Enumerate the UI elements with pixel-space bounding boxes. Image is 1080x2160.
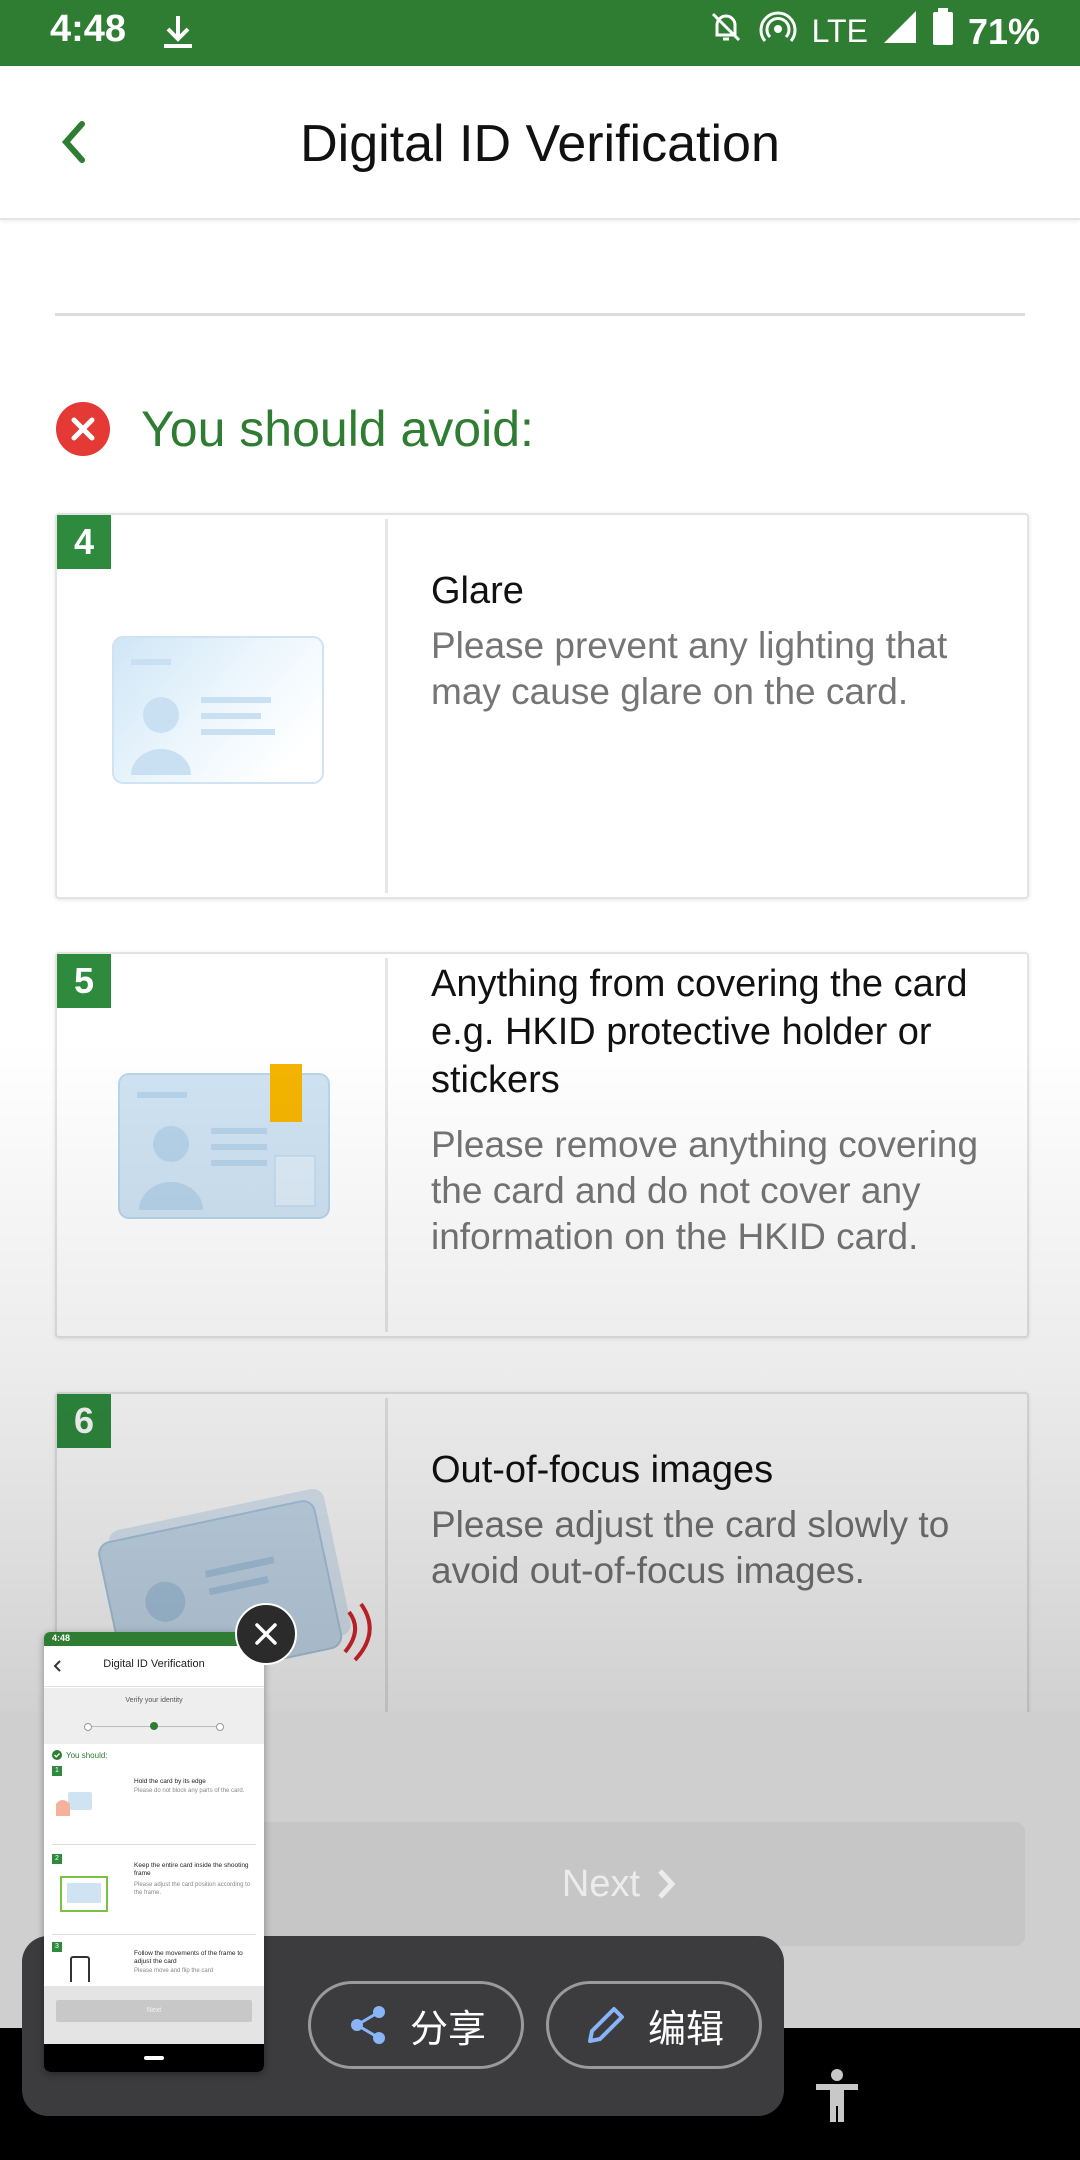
card-title: Glare xyxy=(431,570,524,612)
preview-item-title: Hold the card by its edge xyxy=(134,1778,206,1785)
card-description: Please prevent any lighting that may cau… xyxy=(431,625,948,712)
preview-step-dot xyxy=(216,1723,224,1731)
status-time: 4:48 xyxy=(50,8,127,50)
preview-title: Digital ID Verification xyxy=(103,1658,205,1670)
preview-item-desc: Please move and flip the card xyxy=(134,1968,214,1974)
preview-bottom: Next xyxy=(44,1986,264,2044)
preview-item-number: 3 xyxy=(52,1942,62,1952)
preview-heading-label: You should: xyxy=(66,1750,108,1760)
accessibility-icon[interactable] xyxy=(812,2068,862,2129)
preview-item-number: 1 xyxy=(52,1766,62,1776)
avoid-heading-label: You should avoid: xyxy=(141,401,534,457)
avoid-card-glare: 4 Glare Please prevent any lighting that… xyxy=(55,513,1029,899)
preview-app-bar: Digital ID Verification xyxy=(44,1646,264,1687)
avoid-heading: You should avoid: xyxy=(55,400,534,458)
preview-nav-bar xyxy=(44,2044,264,2072)
preview-should-heading: You should: xyxy=(52,1750,108,1760)
bell-off-icon xyxy=(708,9,744,54)
chevron-right-icon xyxy=(658,1869,676,1899)
network-label: LTE xyxy=(811,13,868,49)
preview-frame-illustration xyxy=(60,1876,108,1912)
preview-next-button: Next xyxy=(56,2000,252,2022)
app-bar: Digital ID Verification xyxy=(0,66,1080,220)
preview-stepper: Verify your identity xyxy=(44,1688,264,1744)
edit-label: 编辑 xyxy=(647,2008,724,2051)
download-icon xyxy=(158,12,198,57)
preview-check-icon xyxy=(52,1750,62,1760)
preview-hand-illustration xyxy=(54,1782,94,1822)
battery-icon xyxy=(932,8,954,55)
page-title: Digital ID Verification xyxy=(300,115,780,173)
preview-step-dot xyxy=(84,1723,92,1731)
card-description: Please adjust the card slowly to avoid o… xyxy=(431,1504,950,1591)
card-title: Out-of-focus images xyxy=(431,1449,774,1491)
preview-home-pill xyxy=(144,2056,164,2060)
glare-illustration xyxy=(61,519,388,893)
screenshot-thumbnail[interactable]: 4:48 Digital ID Verification Verify your… xyxy=(44,1632,264,2072)
preview-time: 4:48 xyxy=(52,1633,71,1643)
preview-status-bar: 4:48 xyxy=(44,1632,264,1646)
share-label: 分享 xyxy=(409,2008,486,2051)
card-description: Please remove anything covering the card… xyxy=(431,1124,979,1257)
battery-level: 71% xyxy=(967,10,1040,52)
card-number-badge: 6 xyxy=(57,1394,111,1448)
share-button[interactable]: 分享 xyxy=(308,1981,524,2069)
card-number-badge: 4 xyxy=(57,515,111,569)
pencil-icon xyxy=(587,2007,624,2043)
covering-illustration xyxy=(61,958,388,1332)
preview-item: 3 Follow the movements of the frame to a… xyxy=(52,1942,256,1982)
close-icon xyxy=(255,1623,277,1645)
hotspot-icon xyxy=(758,9,798,54)
avoid-card-covering: 5 Anything from covering the card e.g. H… xyxy=(55,952,1029,1338)
preview-item-number: 2 xyxy=(52,1854,62,1864)
preview-step-label: Verify your identity xyxy=(125,1697,183,1704)
signal-icon xyxy=(882,9,918,54)
share-icon xyxy=(350,2006,385,2044)
preview-item: 2 Keep the entire card inside the shooti… xyxy=(52,1854,256,1935)
next-button[interactable]: Next xyxy=(215,1822,1025,1946)
preview-item-title: Follow the movements of the frame to adj… xyxy=(134,1950,243,1965)
status-bar: 4:48 LTE 71% xyxy=(0,0,1080,66)
close-thumbnail-button[interactable] xyxy=(235,1603,297,1665)
next-button-label: Next xyxy=(561,1862,641,1905)
card-title: Anything from covering the card e.g. HKI… xyxy=(431,963,968,1101)
preview-item-desc: Please do not block any parts of the car… xyxy=(134,1788,245,1794)
preview-item-title: Keep the entire card inside the shooting… xyxy=(134,1862,249,1877)
preview-item-desc: Please adjust the card position accordin… xyxy=(134,1882,251,1896)
error-icon xyxy=(56,402,110,456)
card-number-badge: 5 xyxy=(57,954,111,1008)
preview-item: 1 Hold the card by its edge Please do no… xyxy=(52,1766,256,1845)
edit-button[interactable]: 编辑 xyxy=(546,1981,762,2069)
divider xyxy=(55,313,1025,316)
preview-step-dot-active xyxy=(150,1722,158,1730)
preview-phone-illustration xyxy=(70,1956,90,1982)
